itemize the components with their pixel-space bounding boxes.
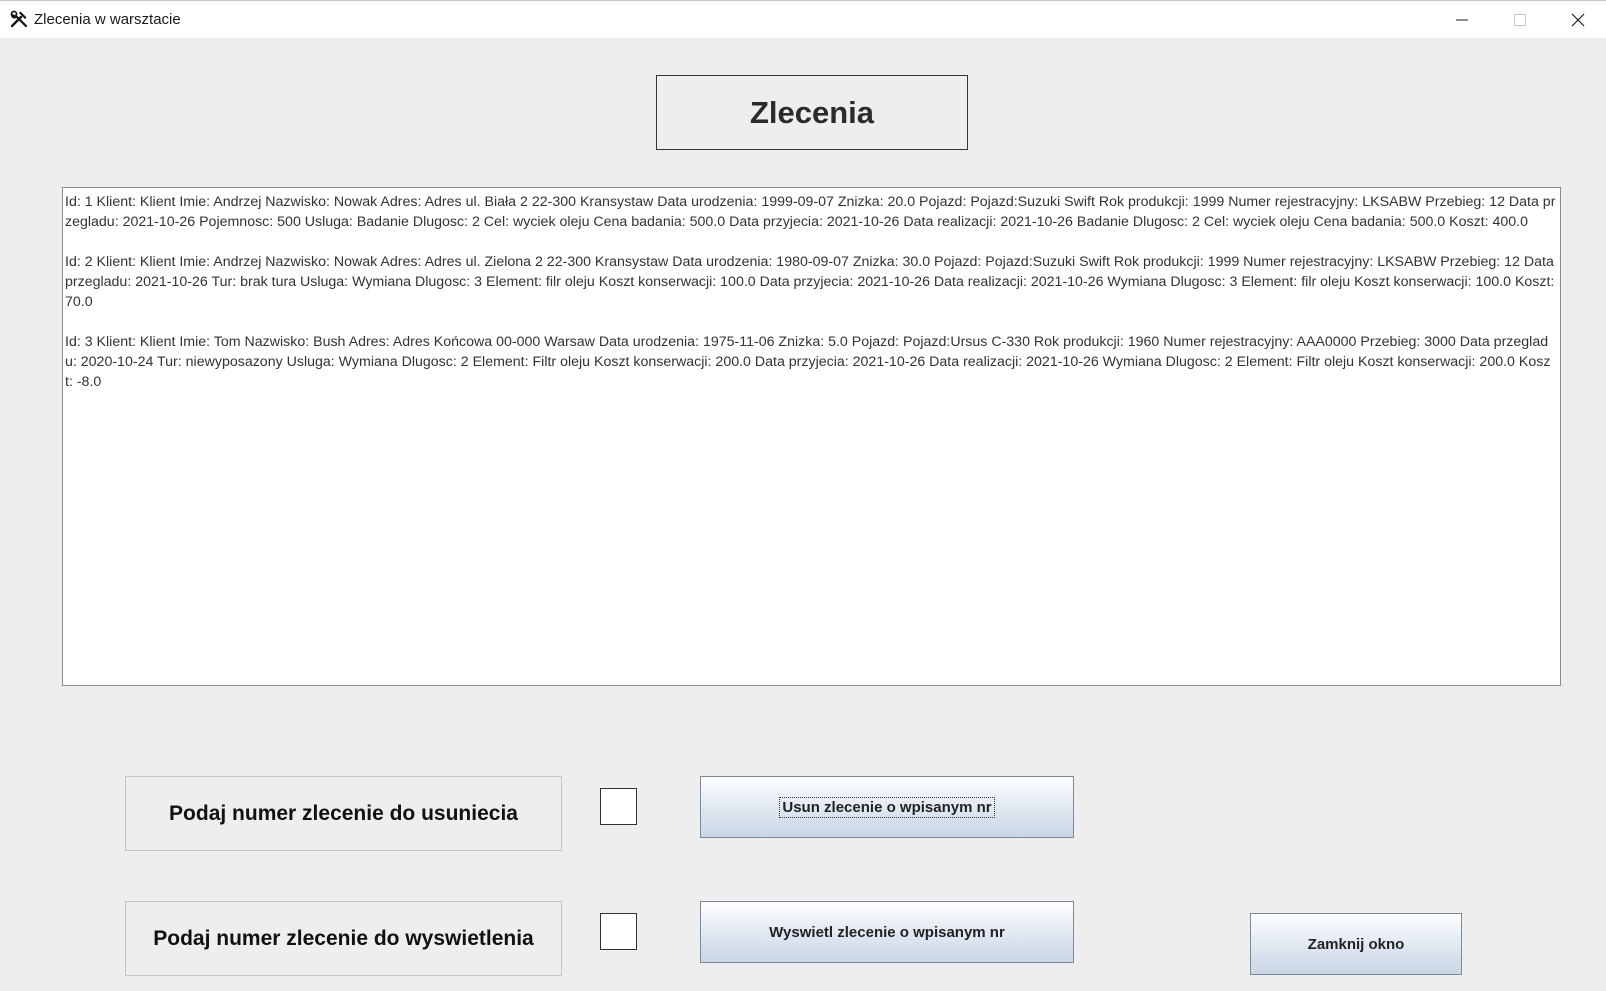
show-prompt-label: Podaj numer zlecenie do wyswietlenia [125, 901, 562, 976]
window-title: Zlecenia w warsztacie [34, 11, 181, 28]
order-record: Id: 3 Klient: Klient Imie: Tom Nazwisko:… [65, 334, 1551, 390]
order-record: Id: 2 Klient: Klient Imie: Andrzej Nazwi… [65, 254, 1555, 310]
maximize-button[interactable] [1492, 1, 1548, 38]
delete-order-button[interactable]: Usun zlecenie o wpisanym nr [700, 776, 1074, 838]
show-order-button-label: Wyswietl zlecenie o wpisanym nr [769, 923, 1005, 941]
close-icon [1571, 13, 1585, 26]
close-button-label: Zamknij okno [1307, 935, 1405, 953]
delete-order-button-label: Usun zlecenie o wpisanym nr [779, 796, 995, 818]
delete-number-input[interactable] [600, 788, 637, 825]
close-window-button[interactable] [1550, 1, 1606, 38]
show-number-input[interactable] [600, 913, 637, 950]
minimize-icon [1456, 19, 1468, 20]
page-title: Zlecenia [656, 75, 968, 150]
minimize-button[interactable] [1434, 1, 1490, 38]
tools-icon [10, 10, 28, 28]
title-bar: Zlecenia w warsztacie [0, 0, 1606, 38]
maximize-icon [1514, 13, 1526, 26]
show-order-button[interactable]: Wyswietl zlecenie o wpisanym nr [700, 901, 1074, 963]
order-record: Id: 1 Klient: Klient Imie: Andrzej Nazwi… [65, 194, 1556, 230]
close-button[interactable]: Zamknij okno [1250, 913, 1462, 975]
orders-text-area[interactable]: Id: 1 Klient: Klient Imie: Andrzej Nazwi… [62, 187, 1561, 686]
delete-prompt-label: Podaj numer zlecenie do usuniecia [125, 776, 562, 851]
orders-window: Zlecenia w warsztacie Zlecenia Id: 1 Kli… [0, 0, 1606, 991]
